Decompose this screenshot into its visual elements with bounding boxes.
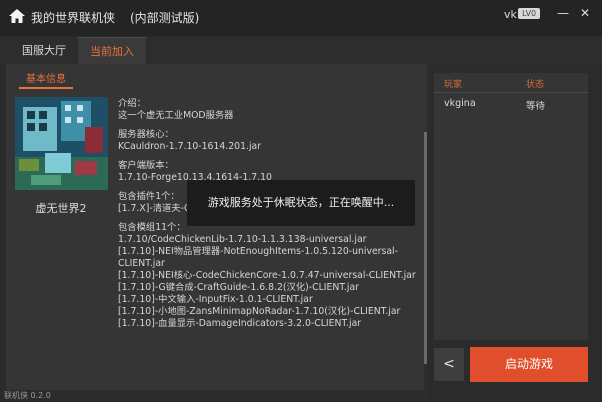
app-title: 我的世界联机侠 <box>31 11 116 25</box>
mod-item: [1.7.10]-NEI物品管理器-NotEnoughItems-1.0.5.1… <box>118 246 398 269</box>
mod-item: [1.7.10]-小地图-ZansMinimapNoRadar-1.7.10(汉… <box>118 306 401 317</box>
basic-info-tab[interactable]: 基本信息 <box>19 70 73 89</box>
level-badge: LV0 <box>518 8 541 19</box>
server-name: 虚无世界2 <box>35 202 87 215</box>
wake-status-toast: 游戏服务处于休眠状态，正在唤醒中... <box>187 180 415 226</box>
intro-label: 介绍： <box>118 98 146 109</box>
tab-lobby[interactable]: 国服大厅 <box>10 37 78 64</box>
app-edition: (内部测试版) <box>130 11 200 25</box>
minimize-button[interactable]: — <box>556 6 570 20</box>
title-bar: 我的世界联机侠 (内部测试版) vk LV0 — ✕ <box>0 0 602 36</box>
server-thumbnail <box>15 97 108 190</box>
player-name: vkgina <box>444 98 476 109</box>
client-label: 客户端版本： <box>118 160 174 171</box>
version-label: 联机侠 0.2.0 <box>4 391 51 400</box>
start-game-button[interactable]: 启动游戏 <box>470 347 588 382</box>
scrollbar-thumb[interactable] <box>424 132 427 364</box>
player-column-header: 玩家 <box>444 80 463 90</box>
server-info-panel: 基本信息 虚无世界2 介绍： 这一个虚无工业MOD服务器 服务器核心： KCau… <box>6 64 427 400</box>
player-status: 等待 <box>526 101 546 112</box>
player-list-panel: 玩家 状态 vkgina 等待 <box>434 73 588 340</box>
back-button[interactable]: < <box>434 348 464 381</box>
close-button[interactable]: ✕ <box>578 6 592 20</box>
core-value: KCauldron-1.7.10-1614.201.jar <box>118 141 262 152</box>
player-list-header: 玩家 状态 <box>434 73 588 93</box>
tab-joined[interactable]: 当前加入 <box>78 37 146 64</box>
mod-item: [1.7.10]-G键合成-CraftGuide-1.6.8.2(汉化)-CLI… <box>118 282 359 293</box>
status-column-header: 状态 <box>526 80 545 90</box>
mod-item: [1.7.10]-血量显示-DamageIndicators-3.2.0-CLI… <box>118 318 362 329</box>
intro-text: 这一个虚无工业MOD服务器 <box>118 110 234 121</box>
mod-item: 1.7.10/CodeChickenLib-1.7.10-1.1.3.138-u… <box>118 234 367 245</box>
user-name[interactable]: vk <box>504 8 517 21</box>
mod-item: [1.7.10]-中文输入-InputFix-1.0.1-CLIENT.jar <box>118 294 313 305</box>
home-icon[interactable] <box>8 8 26 24</box>
tab-bar: 国服大厅 当前加入 <box>0 37 602 64</box>
core-label: 服务器核心： <box>118 129 174 140</box>
mod-item: [1.7.10]-NEI核心-CodeChickenCore-1.0.7.47-… <box>118 270 416 281</box>
